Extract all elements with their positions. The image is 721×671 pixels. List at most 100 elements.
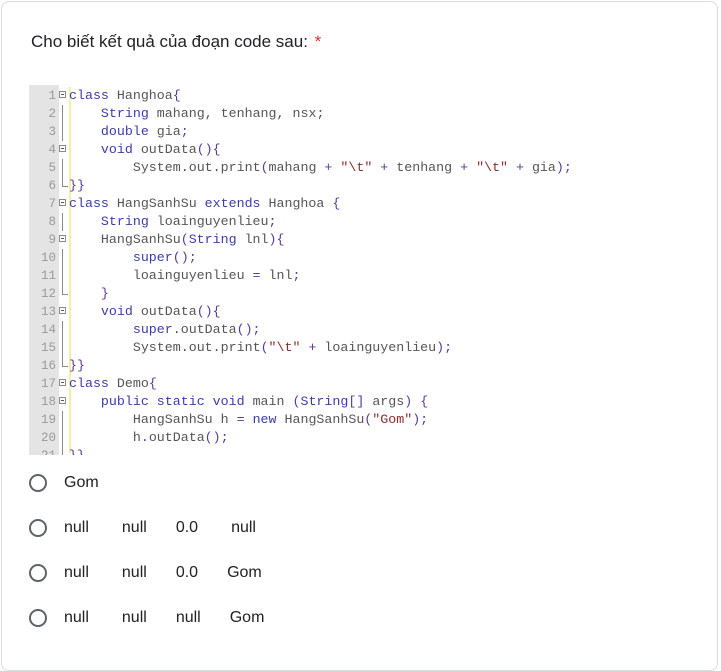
code-identifier: Demo bbox=[116, 376, 149, 391]
code-punct: }} bbox=[69, 448, 85, 455]
code-line: 10 super(); bbox=[29, 249, 689, 267]
radio-button[interactable] bbox=[29, 474, 47, 492]
code-punct: ; bbox=[292, 268, 301, 283]
code-keyword: static bbox=[156, 394, 205, 409]
code-identifier: Hanghoa bbox=[268, 196, 325, 211]
fold-toggle-icon bbox=[59, 199, 66, 206]
code-punct: (); bbox=[172, 250, 197, 265]
line-number: 14 bbox=[40, 323, 56, 337]
code-punct: (); bbox=[204, 430, 229, 445]
code-line: 3 double gia; bbox=[29, 123, 689, 141]
answer-option[interactable]: null null 0.0 Gom bbox=[29, 560, 629, 586]
code-line: 4 void outData(){ bbox=[29, 141, 689, 159]
code-punct: . bbox=[172, 322, 181, 337]
code-line: 18 public static void main (String[] arg… bbox=[29, 393, 689, 411]
option-token: Gom bbox=[227, 564, 262, 581]
code-identifier: print bbox=[220, 160, 261, 175]
option-label[interactable]: null null 0.0 Gom bbox=[64, 564, 262, 582]
code-identifier: loainguyenlieu bbox=[132, 268, 245, 283]
code-punct: ( bbox=[260, 340, 269, 355]
code-punct: ); bbox=[412, 412, 429, 427]
code-punct: (){ bbox=[196, 142, 221, 157]
option-label[interactable]: null null 0.0 null bbox=[64, 519, 256, 537]
code-punct: ( bbox=[180, 232, 189, 247]
code-punct: + bbox=[515, 160, 524, 175]
line-number: 18 bbox=[40, 395, 56, 409]
code-identifier: Hanghoa bbox=[116, 88, 173, 103]
code-punct: . bbox=[212, 160, 221, 175]
code-punct: ); bbox=[555, 160, 572, 175]
code-identifier: tenhang bbox=[220, 106, 277, 121]
code-identifier: lnl bbox=[244, 232, 269, 247]
code-punct: . bbox=[180, 160, 189, 175]
code-identifier: gia bbox=[156, 124, 181, 139]
radio-button[interactable] bbox=[29, 609, 47, 627]
line-number: 2 bbox=[48, 107, 56, 121]
code-keyword: String bbox=[100, 106, 149, 121]
option-label[interactable]: Gom bbox=[64, 474, 99, 492]
code-identifier: HangSanhSu bbox=[132, 412, 213, 427]
option-token: null bbox=[64, 609, 89, 626]
code-line: 11 loainguyenlieu = lnl; bbox=[29, 267, 689, 285]
line-number: 10 bbox=[40, 251, 56, 265]
answer-option[interactable]: Gom bbox=[29, 470, 629, 496]
code-keyword: String bbox=[300, 394, 349, 409]
fold-line-icon bbox=[62, 123, 63, 141]
code-keyword: super bbox=[132, 250, 173, 265]
code-text: }} bbox=[69, 447, 85, 455]
fold-line-icon bbox=[62, 105, 63, 123]
code-identifier: HangSanhSu bbox=[116, 196, 197, 211]
answer-option[interactable]: null null 0.0 null bbox=[29, 515, 629, 541]
code-text: h.outData(); bbox=[69, 429, 229, 447]
code-punct: ; bbox=[268, 214, 277, 229]
code-identifier: main bbox=[252, 394, 285, 409]
line-number: 17 bbox=[40, 377, 56, 391]
code-identifier: args bbox=[372, 394, 405, 409]
radio-button[interactable] bbox=[29, 519, 47, 537]
code-text: class HangSanhSu extends Hanghoa { bbox=[69, 195, 340, 213]
line-number: 13 bbox=[40, 305, 56, 319]
code-keyword: double bbox=[100, 124, 149, 139]
code-identifier: h bbox=[220, 412, 229, 427]
fold-line-icon bbox=[62, 339, 63, 357]
fold-toggle-icon bbox=[59, 145, 66, 152]
code-identifier: nsx bbox=[292, 106, 317, 121]
required-asterisk: * bbox=[314, 32, 322, 51]
option-label[interactable]: null null null Gom bbox=[64, 609, 264, 627]
fold-line-icon bbox=[62, 213, 63, 231]
code-punct: + bbox=[460, 160, 469, 175]
code-identifier: loainguyenlieu bbox=[324, 340, 437, 355]
code-punct: ( bbox=[260, 160, 269, 175]
code-punct: = bbox=[236, 412, 245, 427]
line-number: 19 bbox=[40, 413, 56, 427]
line-number: 8 bbox=[48, 215, 56, 229]
code-punct: } bbox=[100, 286, 109, 301]
code-identifier: outData bbox=[140, 142, 197, 157]
radio-button[interactable] bbox=[29, 564, 47, 582]
code-keyword: class bbox=[69, 88, 109, 103]
code-text: void outData(){ bbox=[69, 141, 221, 159]
option-token: null bbox=[121, 564, 147, 581]
code-line: 21}} bbox=[29, 447, 689, 455]
answer-option[interactable]: null null null Gom bbox=[29, 605, 629, 631]
code-punct: ){ bbox=[268, 232, 285, 247]
code-line: 6}} bbox=[29, 177, 689, 195]
line-number: 1 bbox=[48, 89, 56, 103]
code-identifier: out bbox=[188, 160, 213, 175]
code-punct: ); bbox=[436, 340, 453, 355]
code-text: HangSanhSu h = new HangSanhSu("Gom"); bbox=[69, 411, 428, 429]
code-keyword: class bbox=[69, 196, 109, 211]
